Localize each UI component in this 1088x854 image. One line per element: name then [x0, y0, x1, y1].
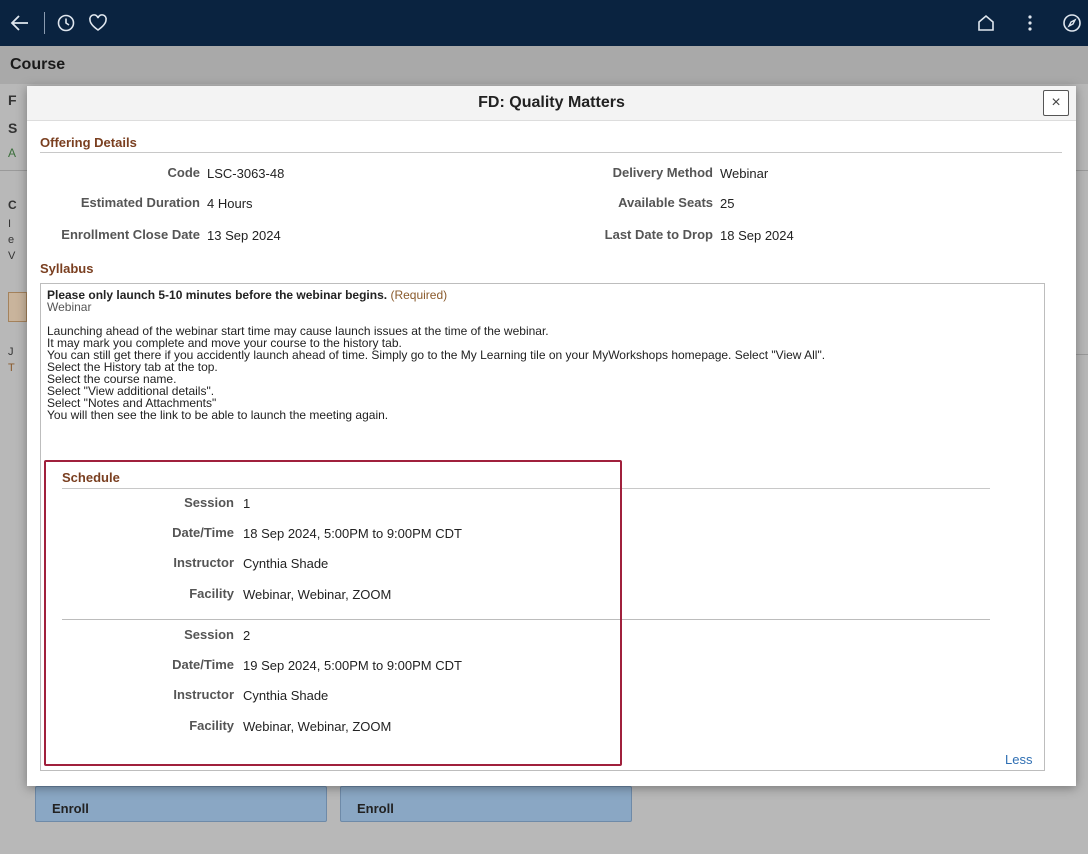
page-text-fragment: C: [8, 198, 17, 212]
syllabus-line: You will then see the link to be able to…: [47, 408, 389, 422]
modal-header: FD: Quality Matters ×: [27, 86, 1076, 121]
code-value: LSC-3063-48: [207, 166, 285, 181]
syllabus-heading: Syllabus: [40, 261, 94, 276]
course-details-modal: FD: Quality Matters × Offering Details C…: [27, 86, 1076, 786]
page-text-fragment: F: [8, 92, 17, 108]
page-text-fragment: V: [8, 250, 16, 262]
section-divider: [40, 152, 1062, 153]
less-link[interactable]: Less: [1005, 752, 1032, 767]
home-icon[interactable]: [972, 9, 1000, 37]
top-navigation-bar: [0, 0, 1088, 46]
history-icon[interactable]: [52, 9, 80, 37]
syllabus-type: Webinar: [47, 300, 92, 314]
last-date-to-drop-label: Last Date to Drop: [604, 227, 713, 242]
last-date-to-drop-value: 18 Sep 2024: [720, 228, 794, 243]
back-arrow-icon[interactable]: [6, 9, 34, 37]
page-button-fragment[interactable]: [8, 292, 27, 322]
offering-details-heading: Offering Details: [40, 135, 137, 150]
enroll-button[interactable]: Enroll: [340, 786, 632, 822]
estimated-duration-value: 4 Hours: [207, 196, 253, 211]
more-vertical-icon[interactable]: [1016, 9, 1044, 37]
enrollment-close-date-value: 13 Sep 2024: [207, 228, 281, 243]
page-text-fragment: e: [8, 234, 15, 246]
enroll-button[interactable]: Enroll: [35, 786, 327, 822]
page-text-fragment: A: [8, 146, 17, 160]
modal-title: FD: Quality Matters: [478, 94, 625, 111]
page-text-fragment: S: [8, 120, 18, 136]
close-icon: ×: [1051, 94, 1061, 111]
available-seats-label: Available Seats: [618, 195, 713, 210]
page-text-fragment: J: [8, 346, 14, 358]
syllabus-title: Please only launch 5-10 minutes before t…: [47, 288, 388, 302]
syllabus-title-line: Please only launch 5-10 minutes before t…: [47, 289, 1037, 301]
close-button[interactable]: ×: [1043, 90, 1069, 116]
compass-icon[interactable]: [1058, 9, 1086, 37]
required-tag: (Required): [390, 288, 448, 302]
code-label: Code: [167, 165, 201, 180]
page-title: Course: [10, 56, 66, 73]
favorite-heart-icon[interactable]: [84, 9, 112, 37]
page-header: [0, 46, 1088, 84]
estimated-duration-label: Estimated Duration: [80, 195, 200, 210]
divider: [1076, 354, 1088, 355]
page-text-fragment: T: [8, 362, 15, 374]
page-text-fragment: I: [8, 218, 12, 230]
schedule-highlight-box: [44, 460, 622, 766]
syllabus-content: Please only launch 5-10 minutes before t…: [47, 289, 1037, 421]
syllabus-line: Select the History tab at the top.: [47, 360, 218, 374]
delivery-method-label: Delivery Method: [612, 165, 713, 180]
toolbar-divider: [44, 12, 45, 34]
available-seats-value: 25: [720, 196, 735, 211]
delivery-method-value: Webinar: [720, 166, 769, 181]
enrollment-close-date-label: Enrollment Close Date: [61, 227, 200, 242]
